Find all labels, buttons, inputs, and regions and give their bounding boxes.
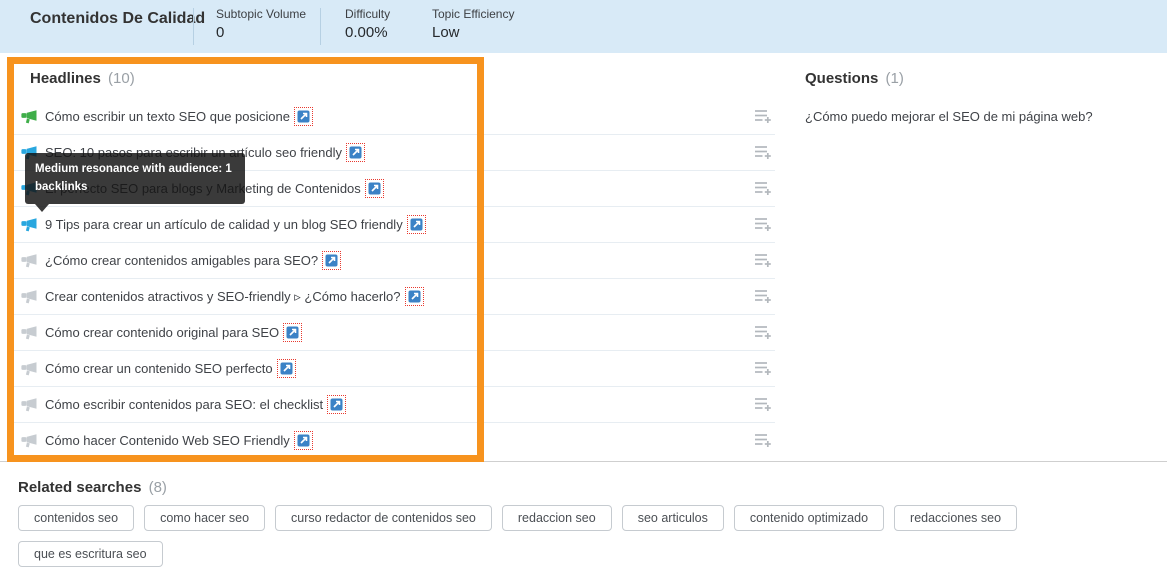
megaphone-resonance-icon[interactable]	[21, 253, 37, 268]
megaphone-resonance-icon[interactable]	[21, 397, 37, 412]
add-to-list-icon[interactable]	[755, 109, 772, 124]
external-link-icon[interactable]	[293, 107, 313, 126]
add-to-list-icon[interactable]	[755, 181, 772, 196]
stat-label: Difficulty	[345, 7, 391, 21]
headline-link[interactable]: Cómo escribir contenidos para SEO: el ch…	[45, 397, 323, 412]
megaphone-resonance-icon[interactable]	[21, 109, 37, 124]
external-link-icon[interactable]	[327, 395, 347, 414]
headlines-heading: Headlines (10)	[14, 62, 775, 97]
stat-label: Topic Efficiency	[432, 7, 515, 21]
resonance-tooltip: Medium resonance with audience: 1 backli…	[25, 153, 245, 212]
related-search-chip[interactable]: seo articulos	[621, 505, 724, 531]
megaphone-resonance-icon[interactable]	[21, 289, 37, 304]
external-link-icon[interactable]	[364, 179, 384, 198]
stat-subtopic-volume: Subtopic Volume 0	[216, 7, 306, 41]
divider	[193, 8, 194, 45]
stat-label: Subtopic Volume	[216, 7, 307, 21]
topic-summary-bar: Contenidos De Calidad Subtopic Volume 0 …	[0, 0, 1167, 53]
tooltip-arrow	[35, 203, 49, 212]
divider	[320, 8, 321, 45]
megaphone-resonance-icon[interactable]	[21, 361, 37, 376]
questions-section: Questions (1) ¿Cómo puedo mejorar el SEO…	[805, 62, 1155, 124]
related-searches-section: Related searches (8) contenidos seo como…	[18, 471, 1148, 567]
external-link-icon[interactable]	[345, 143, 365, 162]
questions-heading: Questions (1)	[805, 62, 1155, 97]
external-link-icon[interactable]	[322, 251, 342, 270]
headline-link[interactable]: Cómo crear contenido original para SEO	[45, 325, 279, 340]
related-searches-heading: Related searches (8)	[18, 471, 1148, 505]
add-to-list-icon[interactable]	[755, 325, 772, 340]
stat-value: 0	[216, 24, 225, 41]
resonance-tooltip-text: Medium resonance with audience: 1 backli…	[35, 163, 232, 194]
add-to-list-icon[interactable]	[755, 433, 772, 448]
megaphone-resonance-icon[interactable]	[21, 217, 37, 232]
add-to-list-icon[interactable]	[755, 145, 772, 160]
headline-row: Cómo escribir un texto SEO que posicione	[14, 99, 775, 135]
external-link-icon[interactable]	[404, 287, 424, 306]
headline-link[interactable]: Crear contenidos atractivos y SEO-friend…	[45, 289, 401, 305]
related-search-chip[interactable]: contenidos seo	[18, 505, 135, 531]
headline-row: Cómo hacer Contenido Web SEO Friendly	[14, 423, 775, 458]
related-searches-chips: contenidos seo como hacer seo curso reda…	[18, 505, 1148, 567]
headline-link[interactable]: 9 Tips para crear un artículo de calidad…	[45, 217, 403, 232]
related-search-chip[interactable]: redaccion seo	[501, 505, 612, 531]
related-searches-title: Related searches	[18, 479, 142, 496]
headline-link[interactable]: ¿Cómo crear contenidos amigables para SE…	[45, 253, 318, 268]
external-link-icon[interactable]	[293, 431, 313, 450]
stat-value: Low	[432, 24, 460, 41]
questions-title: Questions	[805, 70, 879, 87]
headlines-section: Headlines (10) Cómo escribir un texto SE…	[14, 62, 775, 458]
related-search-chip[interactable]: contenido optimizado	[733, 505, 885, 531]
add-to-list-icon[interactable]	[755, 361, 772, 376]
headline-row: Cómo crear contenido original para SEO	[14, 315, 775, 351]
related-search-chip[interactable]: que es escritura seo	[18, 541, 163, 567]
megaphone-resonance-icon[interactable]	[21, 325, 37, 340]
section-divider	[0, 461, 1167, 462]
stat-value: 0.00%	[345, 24, 388, 41]
topic-title: Contenidos De Calidad	[30, 10, 206, 27]
external-link-icon[interactable]	[276, 359, 296, 378]
megaphone-resonance-icon[interactable]	[21, 433, 37, 448]
add-to-list-icon[interactable]	[755, 217, 772, 232]
headline-row: Crear contenidos atractivos y SEO-friend…	[14, 279, 775, 315]
headline-row: Cómo crear un contenido SEO perfecto	[14, 351, 775, 387]
external-link-icon[interactable]	[283, 323, 303, 342]
add-to-list-icon[interactable]	[755, 289, 772, 304]
question-item[interactable]: ¿Cómo puedo mejorar el SEO de mi página …	[805, 109, 1155, 124]
headlines-count: (10)	[108, 70, 135, 87]
external-link-icon[interactable]	[406, 215, 426, 234]
headline-row: ¿Cómo crear contenidos amigables para SE…	[14, 243, 775, 279]
headline-link[interactable]: Cómo escribir un texto SEO que posicione	[45, 109, 290, 124]
related-search-chip[interactable]: curso redactor de contenidos seo	[275, 505, 492, 531]
add-to-list-icon[interactable]	[755, 253, 772, 268]
headline-row: Cómo escribir contenidos para SEO: el ch…	[14, 387, 775, 423]
questions-count: (1)	[885, 70, 904, 87]
related-search-chip[interactable]: como hacer seo	[144, 505, 266, 531]
headline-link[interactable]: Cómo hacer Contenido Web SEO Friendly	[45, 433, 290, 448]
stat-difficulty: Difficulty 0.00%	[345, 7, 390, 41]
headline-row: 9 Tips para crear un artículo de calidad…	[14, 207, 775, 243]
headlines-title: Headlines	[30, 70, 101, 87]
related-search-chip[interactable]: redacciones seo	[894, 505, 1018, 531]
headline-link[interactable]: Cómo crear un contenido SEO perfecto	[45, 361, 273, 376]
related-searches-count: (8)	[148, 479, 167, 496]
stat-topic-efficiency: Topic Efficiency Low	[432, 7, 514, 41]
add-to-list-icon[interactable]	[755, 397, 772, 412]
